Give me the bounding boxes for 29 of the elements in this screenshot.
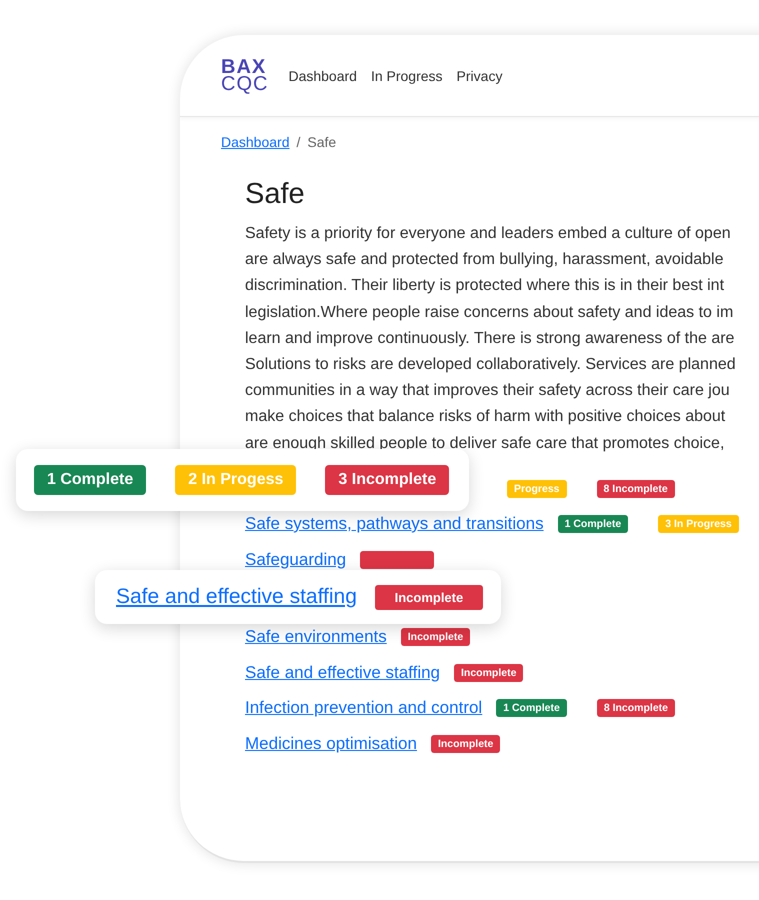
status-badge: Incomplete: [430, 734, 500, 753]
status-badge: 8 Incomplete: [596, 480, 675, 498]
status-badge: Incomplete: [454, 664, 524, 682]
status-badge: 8 Incomplete: [596, 699, 676, 718]
status-badge: 1 Complete: [558, 515, 628, 534]
status-badge: 3 In Progress: [658, 515, 739, 534]
page-heading: Safe: [245, 178, 306, 211]
section-link[interactable]: Safe and effective staffing: [116, 585, 357, 609]
section-link[interactable]: Safe environments: [245, 627, 387, 648]
section-link[interactable]: Infection prevention and control: [245, 698, 482, 718]
status-badge: Incomplete: [400, 628, 470, 646]
section-link[interactable]: Safe systems, pathways and transitions: [245, 514, 544, 534]
status-badge: 3 Incomplete: [325, 465, 450, 495]
logo[interactable]: BAX CQC: [221, 59, 268, 93]
description-text: Safety is a priority for everyone and leaders embed a culture of open are always safe and protected from bullying, harassment, avoidable discrimination. Their liberty is protected where this is in their best int legislation.Where people raise concerns about safety and ideas to im learn and improve continuously. There is strong awareness of the are Solutions to risks are developed collaboratively. Services are planned communities in a way that improves their safety across their care jou make choices that balance risks of harm with positive choices about are enough skilled people to deliver safe care that promotes choice,: [245, 224, 737, 454]
breadcrumb-link[interactable]: Dashboard: [221, 134, 290, 150]
status-badge: 1 Complete: [34, 465, 146, 495]
status-badge: 2 In Progess: [175, 465, 296, 495]
nav-link[interactable]: Privacy: [456, 68, 502, 84]
section-link[interactable]: Safe and effective staffing: [245, 662, 440, 683]
status-badge: Incomplete: [374, 584, 483, 610]
status-badge: Progress: [507, 480, 567, 498]
status-badge: 1 Complete: [496, 699, 567, 718]
breadcrumb-separator: /: [296, 134, 300, 150]
nav-link[interactable]: Dashboard: [288, 68, 357, 84]
breadcrumb-current: Safe: [307, 134, 336, 150]
section-link[interactable]: Medicines optimisation: [245, 734, 417, 754]
nav-link[interactable]: In Progress: [370, 68, 443, 84]
section-link[interactable]: Safeguarding: [245, 550, 346, 570]
